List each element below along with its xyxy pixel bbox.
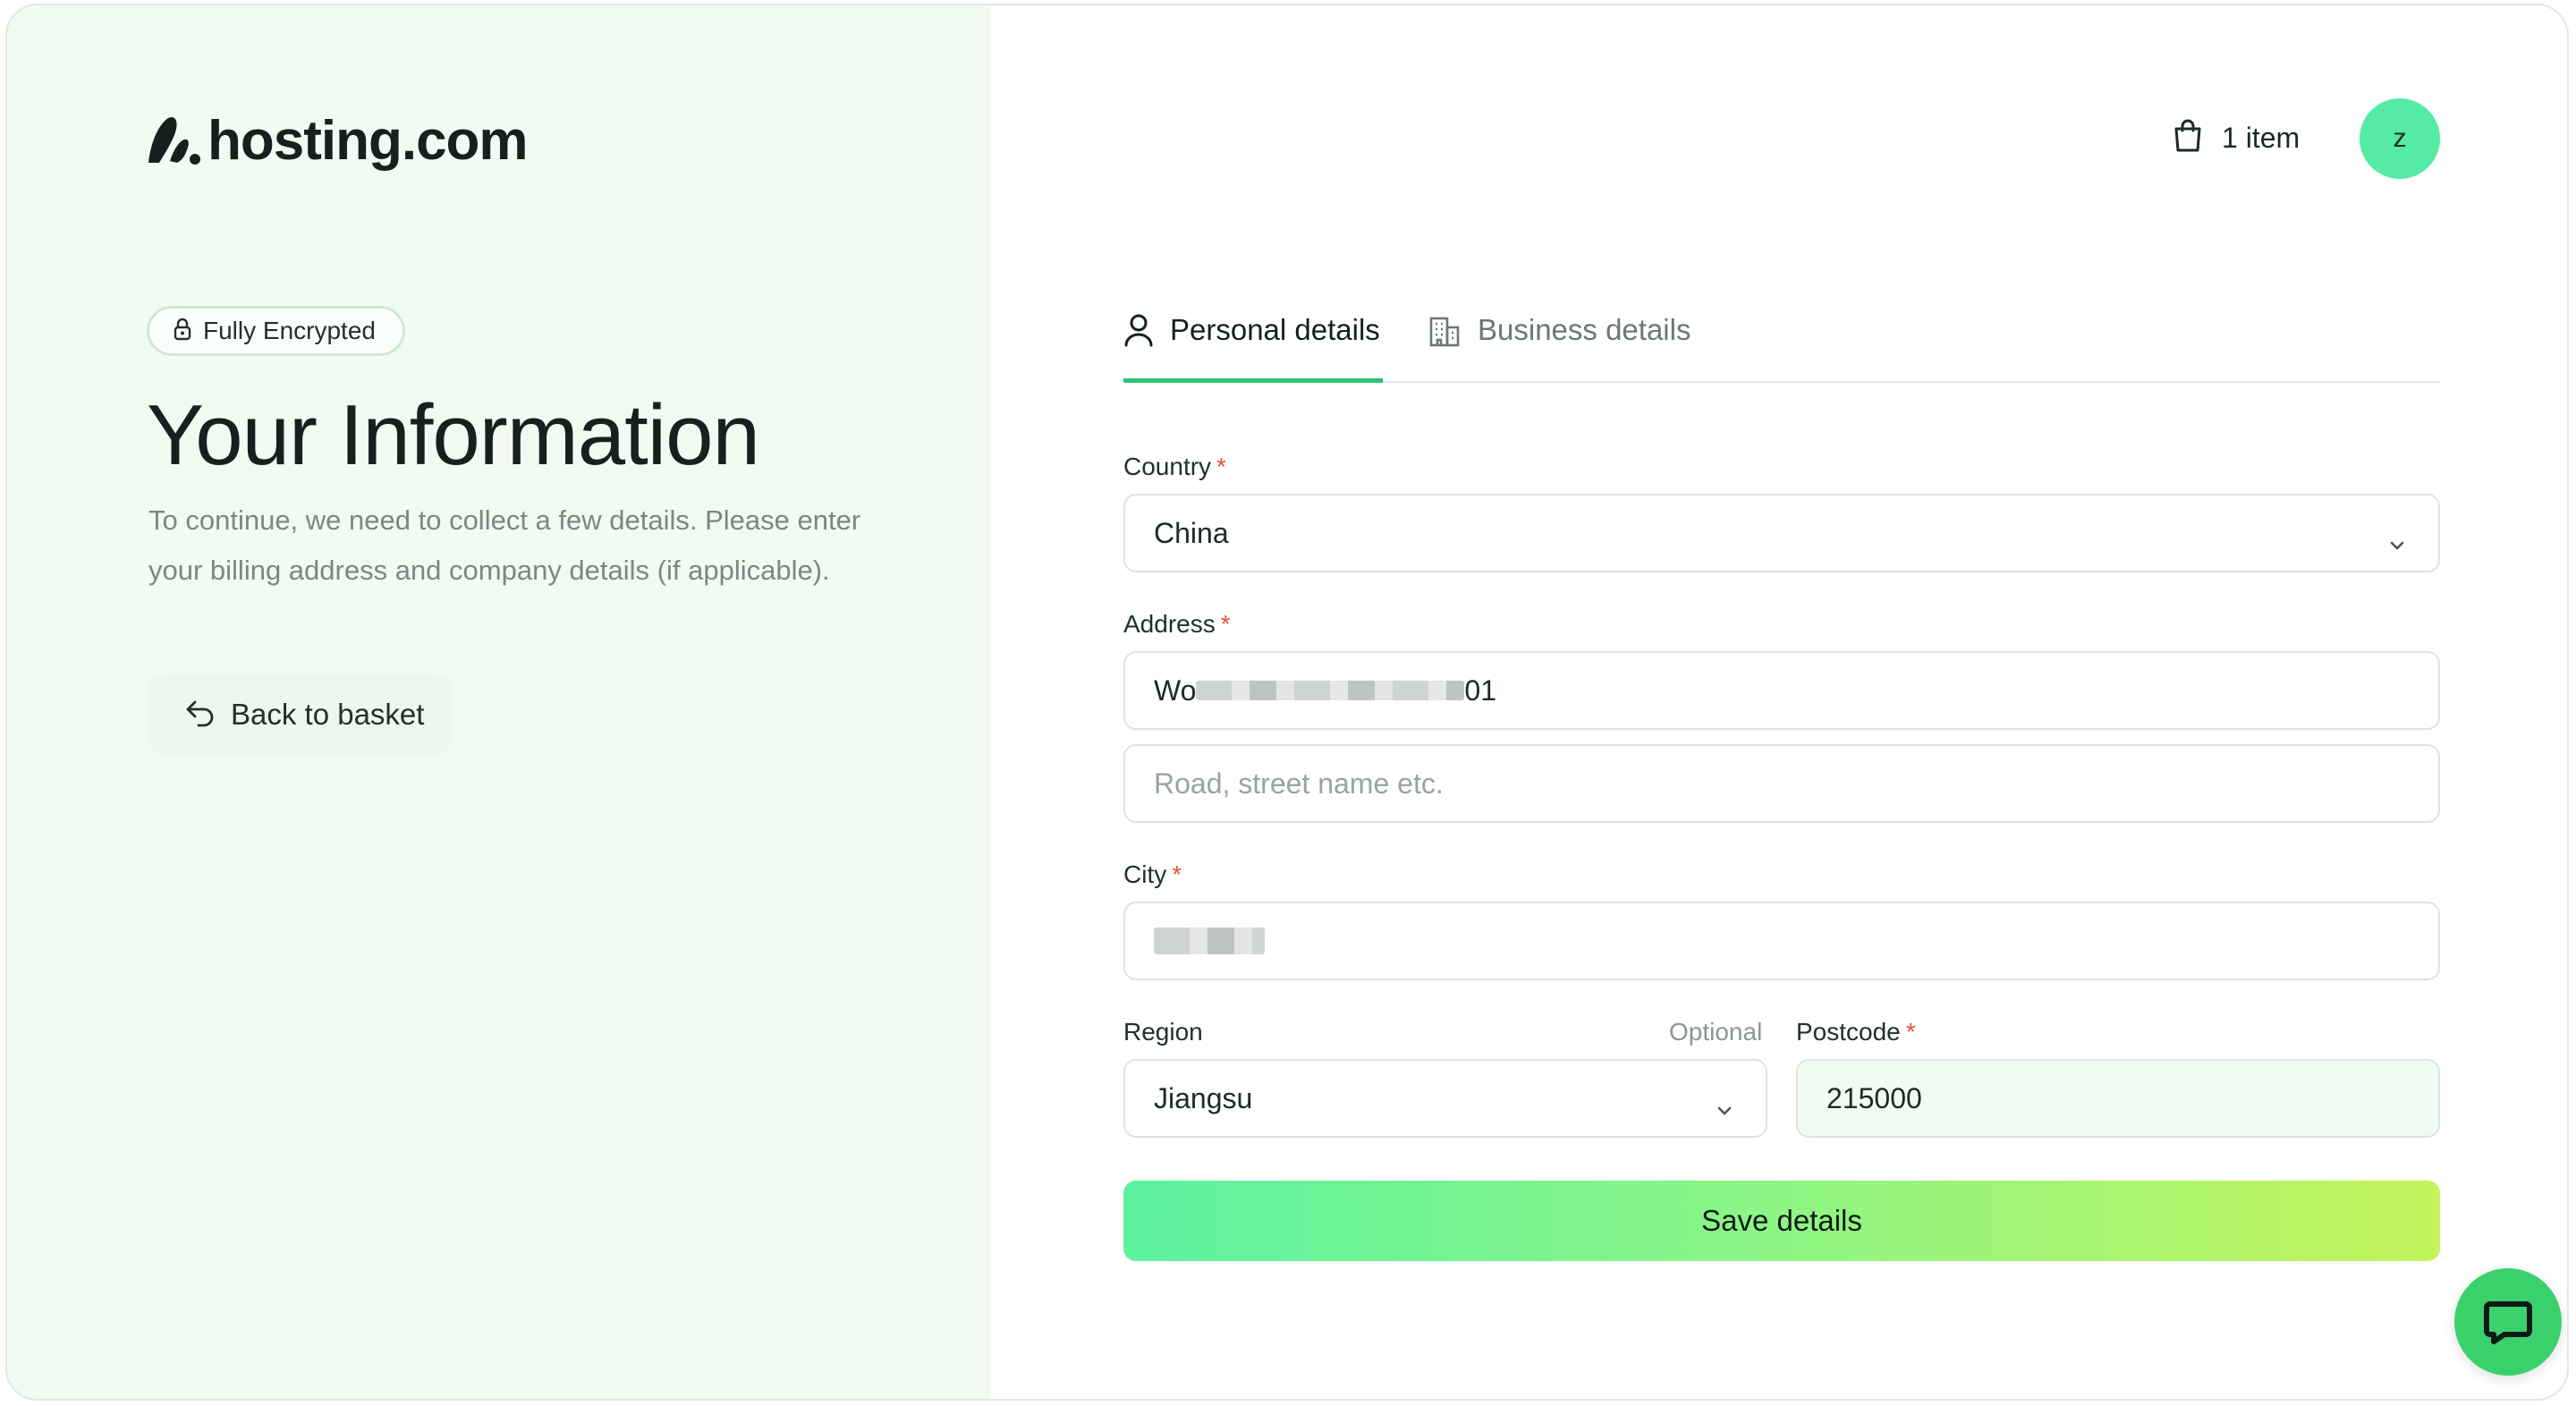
city-label: City * [1123, 860, 1182, 889]
left-panel: hosting.com Fully Encrypted Your Informa… [7, 5, 991, 1399]
badge-label: Fully Encrypted [203, 317, 376, 344]
tab-business-details[interactable]: Business details [1428, 306, 1690, 383]
region-label: Region [1123, 1018, 1203, 1046]
cart-button[interactable]: 1 item [2172, 118, 2300, 158]
country-label: Country * [1123, 453, 1226, 481]
tab-label: Personal details [1170, 313, 1380, 346]
address-line1-suffix: 01 [1464, 673, 1497, 707]
brand-name: hosting.com [208, 110, 529, 172]
required-marker: * [1905, 1018, 1916, 1046]
postcode-input[interactable]: 215000 [1796, 1059, 2440, 1138]
redacted-text [1154, 927, 1265, 954]
city-label-text: City [1123, 860, 1167, 888]
chevron-down-icon [1716, 1091, 1733, 1124]
lock-icon [173, 318, 192, 345]
cart-label: 1 item [2222, 122, 2301, 154]
tab-personal-details[interactable]: Personal details [1123, 306, 1383, 383]
address-label-text: Address [1123, 610, 1216, 638]
address-line2-input[interactable]: Road, street name etc. [1123, 744, 2440, 823]
details-tabs: Personal details Business details [1123, 306, 2440, 383]
brand-logo[interactable]: hosting.com [143, 109, 529, 173]
shopping-bag-icon [2172, 118, 2204, 158]
address-line1-input[interactable]: Wo 01 [1123, 651, 2440, 730]
country-value: China [1154, 516, 1229, 549]
country-label-text: Country [1123, 453, 1212, 480]
encryption-badge: Fully Encrypted [147, 306, 405, 356]
address-line2-placeholder: Road, street name etc. [1154, 767, 1444, 800]
building-icon [1428, 313, 1462, 352]
chevron-down-icon [2388, 526, 2406, 559]
tab-label: Business details [1478, 313, 1691, 346]
save-details-button[interactable]: Save details [1123, 1181, 2440, 1261]
user-icon [1123, 313, 1154, 352]
back-to-basket-button[interactable]: Back to basket [148, 674, 452, 755]
country-select[interactable]: China [1123, 494, 2440, 572]
postcode-value: 215000 [1826, 1081, 1922, 1114]
postcode-label: Postcode * [1796, 1018, 1916, 1046]
required-marker: * [1220, 610, 1231, 638]
redacted-text [1196, 681, 1465, 700]
required-marker: * [1172, 860, 1182, 888]
user-avatar[interactable]: z [2360, 98, 2440, 179]
page-title: Your Information [147, 387, 760, 483]
right-panel: 1 item z Personal details Business detai… [991, 5, 2567, 1399]
region-value: Jiangsu [1154, 1081, 1253, 1114]
page-description: To continue, we need to collect a few de… [148, 504, 861, 586]
chat-bubble-icon [2481, 1293, 2535, 1351]
region-optional-hint: Optional [1669, 1018, 1763, 1046]
region-select[interactable]: Jiangsu [1123, 1059, 1767, 1138]
undo-arrow-icon [184, 699, 216, 732]
required-marker: * [1216, 453, 1226, 480]
city-input[interactable] [1123, 902, 2440, 980]
postcode-label-text: Postcode [1796, 1018, 1901, 1046]
hosting-logo-mark-icon [143, 109, 202, 173]
app-window: hosting.com Fully Encrypted Your Informa… [5, 4, 2569, 1401]
chat-button[interactable] [2454, 1268, 2562, 1376]
back-label: Back to basket [231, 698, 425, 731]
address-line1-prefix: Wo [1154, 673, 1197, 707]
address-label: Address * [1123, 610, 1231, 639]
